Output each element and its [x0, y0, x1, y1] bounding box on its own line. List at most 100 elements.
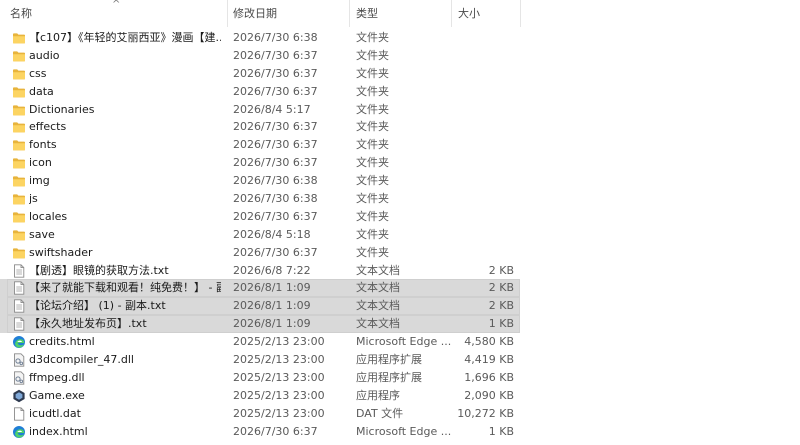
file-name: 【来了就能下载和观看！纯免费！】 - 副... [29, 281, 221, 295]
file-modified-date: 2026/8/1 1:09 [233, 299, 311, 313]
file-type: 文本文档 [356, 317, 400, 331]
file-row[interactable]: 【论坛介绍】 (1) - 副本.txt 2026/8/1 1:09 文本文档 2 KB [0, 297, 520, 316]
column-divider[interactable] [349, 0, 350, 27]
file-size [452, 190, 514, 208]
column-header-size[interactable]: 大小 [458, 0, 514, 27]
file-name: Game.exe [29, 388, 85, 402]
file-name: swiftshader [29, 245, 93, 259]
file-type: Microsoft Edge ... [356, 335, 452, 349]
text-file-icon [12, 263, 26, 278]
file-row[interactable]: img 2026/7/30 6:38 文件夹 [0, 172, 520, 190]
file-name: save [29, 227, 55, 241]
edge-icon [12, 335, 26, 349]
file-size: 4,580 KB [464, 335, 514, 349]
file-type: 文件夹 [356, 174, 389, 188]
file-name: css [29, 66, 47, 80]
file-modified-date: 2026/7/30 6:38 [233, 174, 318, 188]
dll-file-icon [12, 371, 26, 385]
file-row[interactable]: swiftshader 2026/7/30 6:37 文件夹 [0, 244, 520, 262]
file-type: 文本文档 [356, 263, 400, 277]
file-name: ffmpeg.dll [29, 370, 85, 384]
file-modified-date: 2026/7/30 6:38 [233, 192, 318, 206]
column-divider[interactable] [451, 0, 452, 27]
file-size: 2,090 KB [464, 388, 514, 402]
file-name: effects [29, 120, 67, 134]
file-row[interactable]: 【c107】《年轻的艾丽西亚》漫画【建... 2026/7/30 6:38 文件夹 [0, 29, 520, 47]
file-row[interactable]: data 2026/7/30 6:37 文件夹 [0, 83, 520, 101]
file-modified-date: 2025/2/13 23:00 [233, 388, 325, 402]
file-modified-date: 2026/7/30 6:37 [233, 120, 318, 134]
file-size [452, 226, 514, 244]
file-type: 应用程序 [356, 388, 400, 402]
file-row[interactable]: audio 2026/7/30 6:37 文件夹 [0, 47, 520, 65]
folder-icon [12, 192, 26, 206]
folder-icon [12, 210, 26, 224]
folder-icon [12, 174, 26, 188]
file-modified-date: 2026/7/30 6:37 [233, 156, 318, 170]
file-modified-date: 2026/6/8 7:22 [233, 263, 311, 277]
file-name: locales [29, 209, 68, 223]
column-header-type[interactable]: 类型 [356, 0, 446, 27]
file-size [452, 83, 514, 101]
file-row[interactable]: ffmpeg.dll 2025/2/13 23:00 应用程序扩展 1,696 KB [0, 369, 520, 387]
column-header-name[interactable]: 名称 [10, 0, 220, 27]
file-type: 应用程序扩展 [356, 370, 422, 384]
folder-icon [12, 49, 26, 63]
file-name: js [29, 192, 38, 206]
file-name: 【永久地址发布页】.txt [29, 317, 147, 331]
file-row[interactable]: js 2026/7/30 6:38 文件夹 [0, 190, 520, 208]
file-modified-date: 2025/2/13 23:00 [233, 370, 325, 384]
file-size [452, 29, 514, 47]
column-divider[interactable] [520, 0, 521, 27]
file-row[interactable]: save 2026/8/4 5:18 文件夹 [0, 226, 520, 244]
folder-icon [12, 120, 26, 134]
file-size: 1,696 KB [464, 370, 514, 384]
file-row[interactable]: 【来了就能下载和观看！纯免费！】 - 副... 2026/8/1 1:09 文本文档… [0, 279, 520, 298]
file-modified-date: 2025/2/13 23:00 [233, 335, 325, 349]
file-row[interactable]: locales 2026/7/30 6:37 文件夹 [0, 208, 520, 226]
file-name: 【c107】《年轻的艾丽西亚》漫画【建... [29, 31, 221, 44]
text-file-icon [12, 317, 26, 331]
file-size: 1 KB [488, 424, 514, 438]
file-type: 文件夹 [356, 31, 389, 44]
file-row[interactable]: Game.exe 2025/2/13 23:00 应用程序 2,090 KB [0, 387, 520, 405]
file-type: DAT 文件 [356, 406, 404, 420]
folder-icon [12, 138, 26, 152]
file-modified-date: 2026/7/30 6:37 [233, 66, 318, 80]
file-row[interactable]: icudtl.dat 2025/2/13 23:00 DAT 文件 10,272 KB [0, 405, 520, 423]
file-row[interactable]: index.html 2026/7/30 6:37 Microsoft Edge .… [0, 423, 520, 441]
file-size [452, 208, 514, 226]
file-type: 文件夹 [356, 48, 389, 62]
file-row[interactable]: 【剧透】眼镜的获取方法.txt 2026/6/8 7:22 文本文档 2 KB [0, 262, 520, 280]
file-row[interactable]: icon 2026/7/30 6:37 文件夹 [0, 154, 520, 172]
folder-icon [12, 85, 26, 99]
folder-icon [12, 31, 26, 45]
column-header-date[interactable]: 修改日期 [233, 0, 343, 27]
file-type: 文件夹 [356, 156, 389, 170]
file-modified-date: 2026/8/4 5:17 [233, 102, 311, 116]
file-name: d3dcompiler_47.dll [29, 353, 134, 367]
column-header-bar: ^ 名称 修改日期 类型 大小 [0, 0, 521, 27]
file-type: 应用程序扩展 [356, 353, 422, 367]
file-modified-date: 2025/2/13 23:00 [233, 353, 325, 367]
file-name: credits.html [29, 335, 95, 349]
file-modified-date: 2026/8/1 1:09 [233, 317, 311, 331]
column-divider[interactable] [227, 0, 228, 27]
file-row[interactable]: effects 2026/7/30 6:37 文件夹 [0, 118, 520, 136]
file-modified-date: 2026/7/30 6:37 [233, 138, 318, 152]
file-type: 文件夹 [356, 245, 389, 259]
folder-icon [12, 156, 26, 170]
file-row[interactable]: Dictionaries 2026/8/4 5:17 文件夹 [0, 101, 520, 119]
file-modified-date: 2026/7/30 6:37 [233, 424, 318, 438]
edge-icon [12, 425, 26, 439]
file-type: 文件夹 [356, 84, 389, 98]
file-row[interactable]: 【永久地址发布页】.txt 2026/8/1 1:09 文本文档 1 KB [0, 315, 520, 334]
file-row[interactable]: css 2026/7/30 6:37 文件夹 [0, 65, 520, 83]
file-size: 2 KB [488, 281, 514, 295]
dll-file-icon [12, 353, 26, 367]
file-row[interactable]: d3dcompiler_47.dll 2025/2/13 23:00 应用程序扩展 4… [0, 351, 520, 369]
file-row[interactable]: fonts 2026/7/30 6:37 文件夹 [0, 136, 520, 154]
file-row[interactable]: credits.html 2025/2/13 23:00 Microsoft Edg… [0, 333, 520, 351]
file-size: 4,419 KB [464, 353, 514, 367]
file-size: 2 KB [488, 299, 514, 313]
